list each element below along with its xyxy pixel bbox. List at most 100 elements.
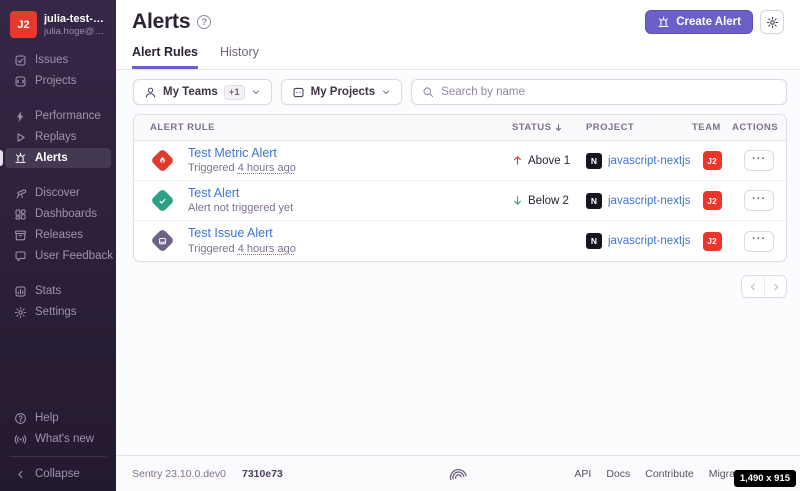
sidebar-bottom: Help What's new Collapse	[0, 407, 116, 491]
col-alert-rule: Alert Rule	[134, 122, 512, 133]
issue-alert-icon	[150, 229, 174, 253]
my-projects-filter[interactable]: My Projects	[281, 79, 403, 105]
footer-link-contribute[interactable]: Contribute	[645, 468, 693, 480]
col-team: Team	[692, 122, 732, 133]
row-actions-button[interactable]: ···	[744, 231, 774, 252]
sidebar-item-label: Replays	[35, 131, 77, 143]
alert-rule-subtext: Alert not triggered yet	[188, 201, 293, 215]
org-name: julia-test-org-2 …	[44, 13, 106, 25]
table-row: Test Issue Alert Triggered 4 hours ago N…	[134, 221, 786, 261]
sidebar-item-stats[interactable]: Stats	[5, 281, 111, 301]
sidebar-item-label: Performance	[35, 110, 101, 122]
col-status[interactable]: Status	[512, 122, 586, 133]
sort-down-icon	[554, 123, 563, 132]
stats-icon	[13, 284, 27, 298]
next-page-button[interactable]	[764, 276, 786, 297]
sidebar-item-discover[interactable]: Discover	[5, 183, 111, 203]
project-link[interactable]: javascript-nextjs	[608, 195, 690, 207]
sidebar: J2 julia-test-org-2 … julia.hoge@sentry.…	[0, 0, 116, 491]
row-actions-button[interactable]: ···	[744, 190, 774, 211]
sidebar-item-label: Projects	[35, 75, 77, 87]
alert-rule-subtext: Triggered 4 hours ago	[188, 242, 296, 256]
org-avatar: J2	[10, 11, 37, 38]
alert-rule-link[interactable]: Test Metric Alert	[188, 146, 296, 162]
build-sha[interactable]: 7310e73	[242, 468, 283, 480]
tab-alert-rules[interactable]: Alert Rules	[132, 45, 198, 69]
row-actions-button[interactable]: ···	[744, 150, 774, 171]
my-teams-filter[interactable]: My Teams +1	[133, 79, 272, 105]
sidebar-item-issues[interactable]: Issues	[5, 50, 111, 70]
main-content: Alerts ? Create Alert Alert Rules Histor…	[116, 0, 800, 491]
resolved-alert-icon	[150, 188, 174, 212]
sidebar-item-alerts[interactable]: Alerts	[5, 148, 111, 168]
alert-rule-link[interactable]: Test Issue Alert	[188, 226, 296, 242]
triggered-time-link[interactable]: 4 hours ago	[238, 243, 296, 255]
project-cell: N javascript-nextjs	[586, 153, 692, 169]
col-actions: Actions	[732, 122, 786, 133]
sidebar-item-settings[interactable]: Settings	[5, 302, 111, 322]
filter-bar: My Teams +1 My Projects	[133, 79, 787, 105]
siren-icon	[657, 16, 670, 29]
create-alert-button[interactable]: Create Alert	[645, 10, 753, 34]
sidebar-item-label: Dashboards	[35, 208, 97, 220]
page-footer: Sentry 23.10.0.dev0 7310e73 API Docs Con…	[116, 455, 800, 491]
sidebar-item-label: Stats	[35, 285, 61, 297]
org-switcher[interactable]: J2 julia-test-org-2 … julia.hoge@sentry.…	[0, 0, 116, 47]
user-feedback-icon	[13, 249, 27, 263]
app-window: J2 julia-test-org-2 … julia.hoge@sentry.…	[0, 0, 800, 491]
sidebar-collapse-button[interactable]: Collapse	[5, 464, 111, 484]
page-title: Alerts	[132, 10, 190, 34]
discover-icon	[13, 186, 27, 200]
alert-rule-link[interactable]: Test Alert	[188, 186, 293, 202]
screen-dimensions-overlay: 1,490 x 915	[734, 470, 796, 487]
chevron-down-icon	[381, 87, 391, 97]
sidebar-item-label: Collapse	[35, 468, 80, 480]
footer-link-docs[interactable]: Docs	[606, 468, 630, 480]
triggered-time-link[interactable]: 4 hours ago	[238, 162, 296, 174]
title-help-icon[interactable]: ?	[197, 15, 211, 29]
status-label: Below 2	[528, 195, 569, 207]
sidebar-item-replays[interactable]: Replays	[5, 127, 111, 147]
sidebar-divider	[10, 456, 106, 457]
project-cell: N javascript-nextjs	[586, 233, 692, 249]
dashboards-icon	[13, 207, 27, 221]
sidebar-item-label: What's new	[35, 433, 94, 445]
search-icon	[422, 86, 434, 98]
arrow-up-icon	[512, 155, 523, 166]
search-box	[411, 79, 787, 105]
col-project: Project	[586, 122, 692, 133]
alerts-icon	[13, 151, 27, 165]
tab-history[interactable]: History	[220, 45, 259, 69]
team-badge[interactable]: J2	[703, 191, 722, 210]
create-alert-label: Create Alert	[676, 16, 741, 28]
project-link[interactable]: javascript-nextjs	[608, 235, 690, 247]
sidebar-item-whats-new[interactable]: What's new	[5, 429, 111, 449]
tab-bar: Alert Rules History	[132, 45, 784, 69]
alert-rule-subtext: Triggered 4 hours ago	[188, 161, 296, 175]
previous-page-button[interactable]	[742, 276, 764, 297]
sidebar-item-label: Issues	[35, 54, 68, 66]
chevron-left-icon	[13, 467, 27, 481]
sidebar-item-user-feedback[interactable]: User Feedback	[5, 246, 111, 266]
alerts-settings-button[interactable]	[760, 10, 784, 34]
sidebar-item-label: User Feedback	[35, 250, 113, 262]
team-badge[interactable]: J2	[703, 232, 722, 251]
sidebar-item-projects[interactable]: Projects	[5, 71, 111, 91]
org-email: julia.hoge@sentry.io	[44, 26, 106, 37]
performance-icon	[13, 109, 27, 123]
sidebar-item-help[interactable]: Help	[5, 408, 111, 428]
nextjs-project-icon: N	[586, 153, 602, 169]
project-link[interactable]: javascript-nextjs	[608, 155, 690, 167]
sidebar-item-performance[interactable]: Performance	[5, 106, 111, 126]
table-header-row: Alert Rule Status Project Team Actions	[134, 115, 786, 141]
broadcast-icon	[13, 432, 27, 446]
footer-link-api[interactable]: API	[574, 468, 591, 480]
sidebar-item-releases[interactable]: Releases	[5, 225, 111, 245]
help-icon	[13, 411, 27, 425]
sidebar-item-dashboards[interactable]: Dashboards	[5, 204, 111, 224]
sentry-logo[interactable]	[449, 466, 467, 481]
status-cell: Above 1	[512, 155, 586, 167]
search-input[interactable]	[441, 86, 776, 98]
issues-icon	[13, 53, 27, 67]
team-badge[interactable]: J2	[703, 151, 722, 170]
